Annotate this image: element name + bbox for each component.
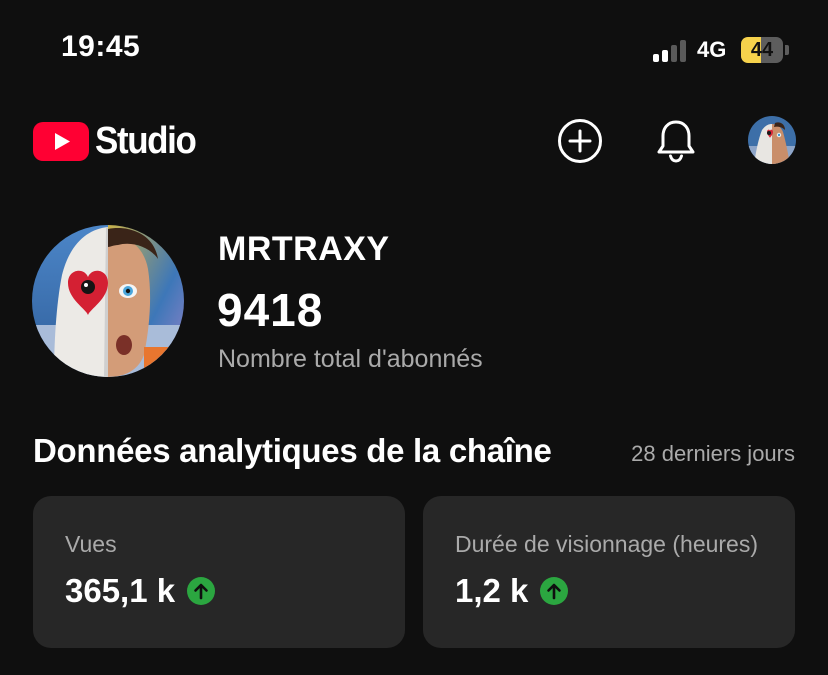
youtube-logo-icon (33, 122, 89, 161)
subscriber-count-label: Nombre total d'abonnés (218, 345, 483, 373)
notifications-button[interactable] (652, 117, 700, 165)
account-avatar-image (748, 116, 796, 164)
account-avatar[interactable] (748, 116, 796, 164)
battery-tip (785, 45, 789, 55)
analytics-section-title[interactable]: Données analytiques de la chaîne (33, 432, 552, 470)
battery-level: 44 (750, 38, 774, 61)
watch-time-label: Durée de visionnage (heures) (455, 531, 759, 557)
channel-name: MRTRAXY (218, 230, 390, 268)
views-card[interactable]: Vues 365,1 k (33, 496, 405, 648)
watch-time-value-row: 1,2 k (455, 572, 569, 610)
network-type: 4G (697, 37, 727, 62)
views-value-row: 365,1 k (65, 572, 216, 610)
watch-time-value: 1,2 k (455, 572, 529, 609)
channel-avatar-image (32, 225, 184, 377)
app-name: Studio (95, 120, 197, 162)
views-label: Vues (65, 531, 117, 557)
views-value: 365,1 k (65, 572, 176, 609)
create-button[interactable] (556, 117, 604, 165)
signal-strength-icon (653, 38, 689, 62)
trend-up-icon (540, 577, 569, 605)
watch-time-card[interactable]: Durée de visionnage (heures) 1,2 k (423, 496, 795, 648)
analytics-period: 28 derniers jours (631, 441, 795, 466)
create-plus-icon (558, 119, 602, 163)
trend-up-icon (187, 577, 216, 605)
status-time: 19:45 (61, 30, 141, 63)
subscriber-count: 9418 (217, 284, 324, 336)
youtube-studio-logo[interactable]: Studio (33, 120, 204, 163)
notifications-bell-icon (657, 120, 695, 163)
channel-avatar[interactable] (32, 225, 184, 377)
battery-icon: 44 (741, 37, 783, 63)
